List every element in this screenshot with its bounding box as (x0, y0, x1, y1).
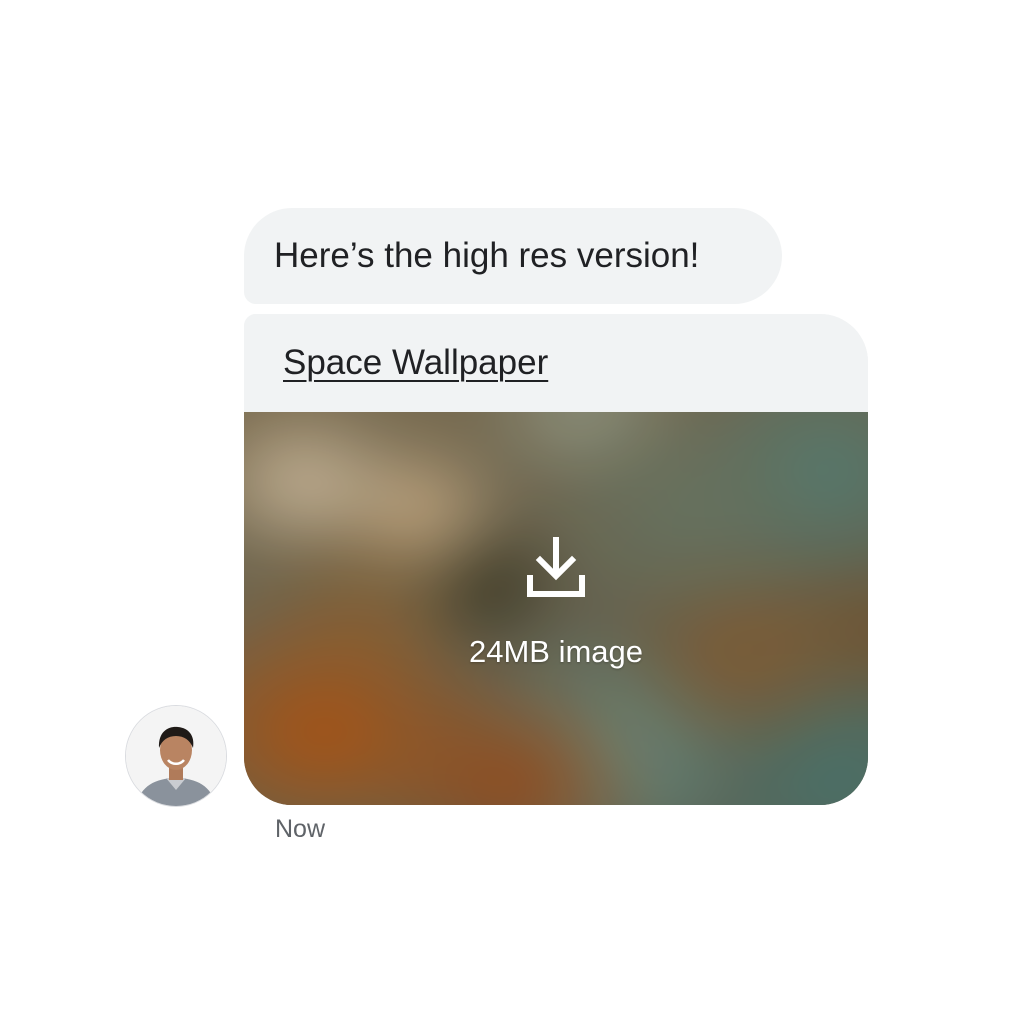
attachment-card[interactable]: Space Wallpaper 24MB image (244, 314, 868, 805)
avatar[interactable] (125, 705, 227, 807)
image-preview[interactable]: 24MB image (244, 412, 868, 805)
message-bubble: Here’s the high res version! (244, 208, 782, 304)
attachment-header: Space Wallpaper (244, 314, 868, 412)
file-size-label: 24MB image (468, 634, 644, 669)
message-text: Here’s the high res version! (274, 236, 700, 275)
download-icon[interactable] (526, 536, 586, 600)
attachment-title-link[interactable]: Space Wallpaper (283, 343, 548, 383)
timestamp: Now (275, 815, 326, 843)
